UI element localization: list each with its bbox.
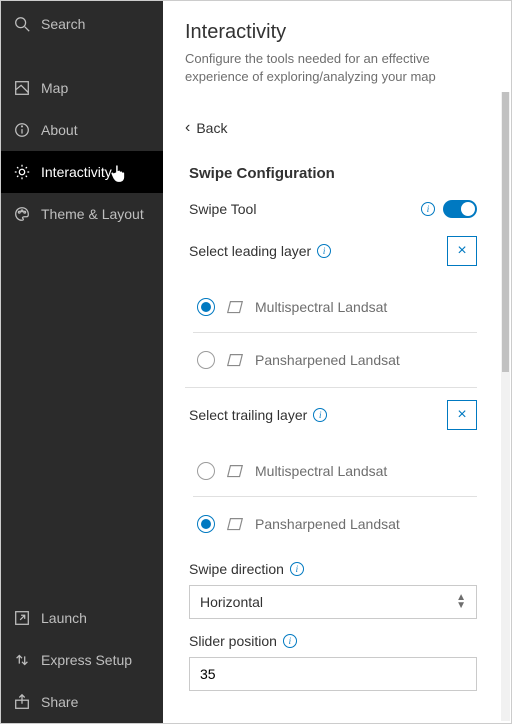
trailing-layer-label: Select trailing layer bbox=[189, 407, 307, 423]
leading-layer-options: Multispectral Landsat Pansharpened Lands… bbox=[185, 284, 477, 388]
palette-icon bbox=[13, 205, 31, 223]
info-icon bbox=[13, 121, 31, 139]
trailing-clear-button[interactable]: × bbox=[447, 400, 477, 430]
trailing-layer-header: Select trailing layer i × bbox=[185, 400, 477, 430]
trailing-layer-options: Multispectral Landsat Pansharpened Lands… bbox=[185, 448, 477, 551]
leading-layer-label: Select leading layer bbox=[189, 243, 311, 259]
sidebar-item-label: Interactivity bbox=[41, 164, 112, 180]
sidebar-item-label: Theme & Layout bbox=[41, 206, 144, 222]
sidebar-item-label: Express Setup bbox=[41, 652, 132, 668]
section-title: Swipe Configuration bbox=[185, 165, 477, 182]
sidebar-item-map[interactable]: Map bbox=[1, 67, 163, 109]
sidebar: Search Map About Interactivity bbox=[1, 1, 163, 723]
swipe-tool-label: Swipe Tool bbox=[189, 201, 256, 217]
swipe-direction-label: Swipe direction bbox=[189, 561, 284, 577]
updown-icon bbox=[13, 651, 31, 669]
leading-clear-button[interactable]: × bbox=[447, 236, 477, 266]
swipe-direction-select[interactable]: Horizontal ▲▼ bbox=[189, 585, 477, 619]
swipe-direction-field: Swipe direction i Horizontal ▲▼ bbox=[185, 561, 477, 619]
slider-position-input[interactable] bbox=[200, 666, 466, 682]
layer-option-label: Pansharpened Landsat bbox=[255, 352, 400, 368]
swipe-tool-row: Swipe Tool i bbox=[185, 200, 477, 218]
cursor-hand-icon bbox=[109, 162, 129, 184]
sidebar-item-label: Map bbox=[41, 80, 68, 96]
leading-option-pansharpened[interactable]: Pansharpened Landsat bbox=[193, 332, 477, 379]
layer-icon bbox=[225, 462, 245, 480]
trailing-option-multispectral[interactable]: Multispectral Landsat bbox=[193, 452, 477, 490]
gear-icon bbox=[13, 163, 31, 181]
slider-position-input-wrap bbox=[189, 657, 477, 691]
info-icon[interactable]: i bbox=[317, 244, 331, 258]
slider-position-label: Slider position bbox=[189, 633, 277, 649]
share-icon bbox=[13, 693, 31, 711]
info-icon[interactable]: i bbox=[421, 202, 435, 216]
info-icon[interactable]: i bbox=[283, 634, 297, 648]
layer-icon bbox=[225, 351, 245, 369]
sidebar-share[interactable]: Share bbox=[1, 681, 163, 723]
radio-icon bbox=[197, 515, 215, 533]
radio-icon bbox=[197, 298, 215, 316]
info-icon[interactable]: i bbox=[290, 562, 304, 576]
page-title: Interactivity bbox=[185, 21, 489, 44]
radio-icon bbox=[197, 351, 215, 369]
select-arrows-icon: ▲▼ bbox=[456, 594, 466, 610]
sidebar-item-theme[interactable]: Theme & Layout bbox=[1, 193, 163, 235]
sidebar-launch[interactable]: Launch bbox=[1, 597, 163, 639]
main: Interactivity Configure the tools needed… bbox=[163, 1, 511, 723]
search-icon bbox=[13, 15, 31, 33]
swipe-tool-toggle[interactable] bbox=[443, 200, 477, 218]
layer-option-label: Multispectral Landsat bbox=[255, 463, 387, 479]
page-subtitle: Configure the tools needed for an effect… bbox=[185, 50, 489, 85]
sidebar-item-label: About bbox=[41, 122, 78, 138]
leading-option-multispectral[interactable]: Multispectral Landsat bbox=[193, 288, 477, 326]
panel-header: Interactivity Configure the tools needed… bbox=[163, 1, 511, 99]
sidebar-express-setup[interactable]: Express Setup bbox=[1, 639, 163, 681]
chevron-left-icon: ‹ bbox=[185, 119, 190, 137]
leading-layer-header: Select leading layer i × bbox=[185, 236, 477, 266]
map-icon bbox=[13, 79, 31, 97]
launch-icon bbox=[13, 609, 31, 627]
scrollbar-thumb[interactable] bbox=[502, 92, 509, 372]
info-icon[interactable]: i bbox=[313, 408, 327, 422]
layer-option-label: Pansharpened Landsat bbox=[255, 516, 400, 532]
back-label: Back bbox=[196, 120, 227, 136]
config-panel: ‹ Back Swipe Configuration Swipe Tool i … bbox=[163, 105, 499, 723]
sidebar-item-label: Launch bbox=[41, 610, 87, 626]
back-button[interactable]: ‹ Back bbox=[185, 105, 477, 155]
sidebar-search[interactable]: Search bbox=[1, 1, 163, 47]
scrollbar[interactable] bbox=[501, 92, 510, 721]
layer-option-label: Multispectral Landsat bbox=[255, 299, 387, 315]
trailing-option-pansharpened[interactable]: Pansharpened Landsat bbox=[193, 496, 477, 543]
sidebar-search-label: Search bbox=[41, 16, 85, 32]
slider-position-field: Slider position i bbox=[185, 633, 477, 691]
radio-icon bbox=[197, 462, 215, 480]
sidebar-item-interactivity[interactable]: Interactivity bbox=[1, 151, 163, 193]
layer-icon bbox=[225, 298, 245, 316]
layer-icon bbox=[225, 515, 245, 533]
sidebar-item-label: Share bbox=[41, 694, 78, 710]
swipe-direction-value: Horizontal bbox=[200, 594, 263, 610]
sidebar-item-about[interactable]: About bbox=[1, 109, 163, 151]
